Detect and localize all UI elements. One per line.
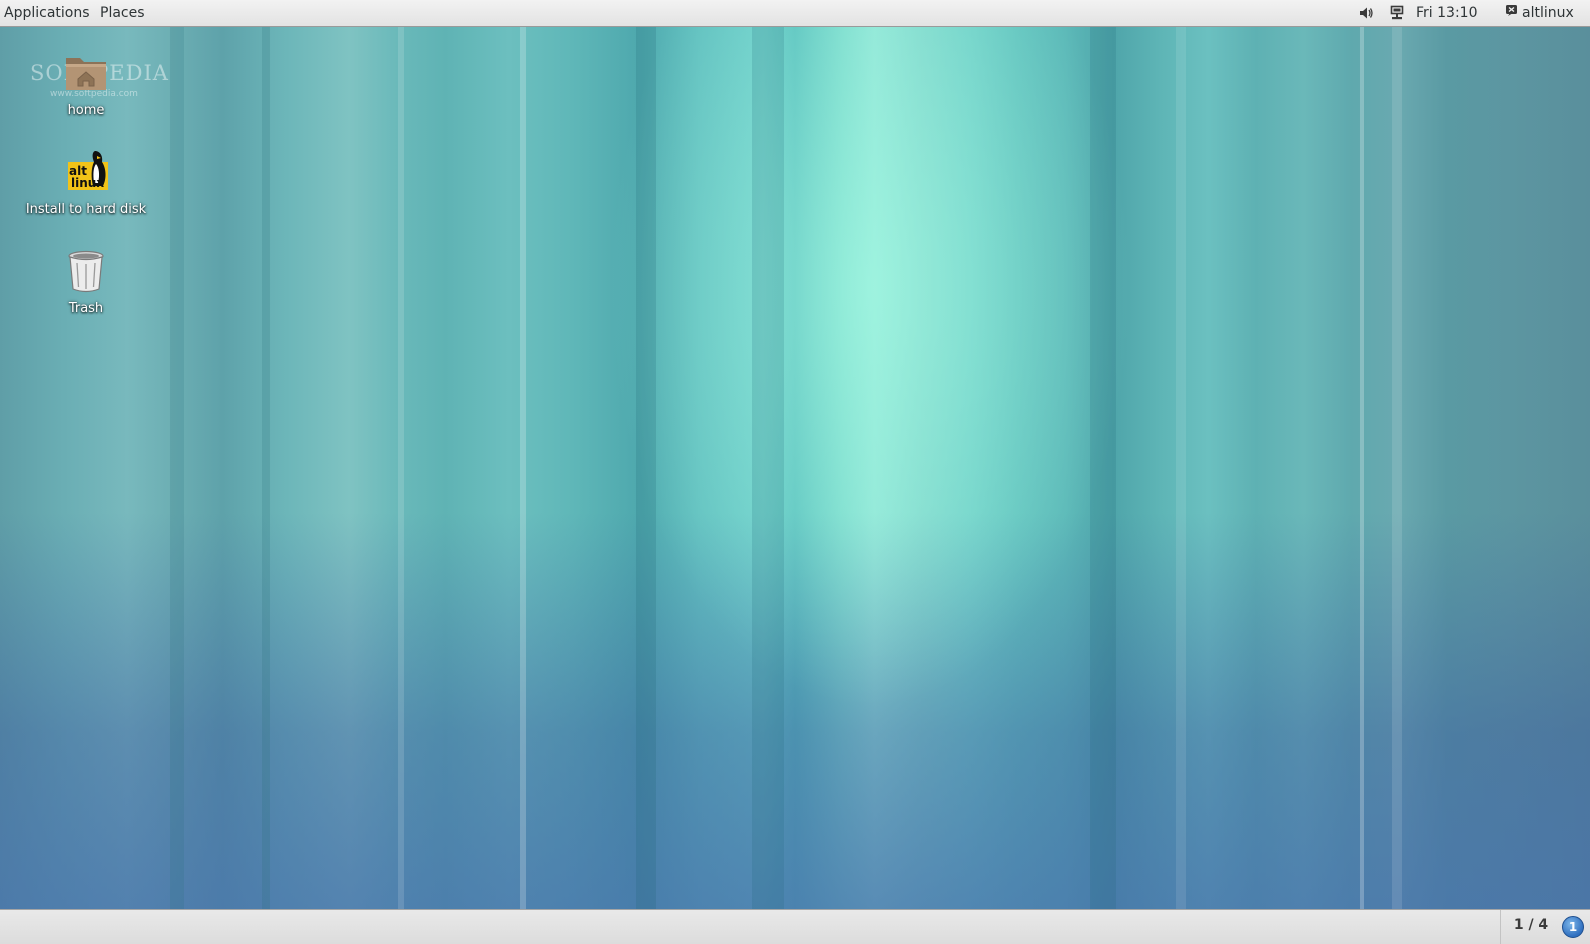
user-status-icon xyxy=(1505,0,1518,26)
places-menu[interactable]: Places xyxy=(100,0,145,26)
wallpaper-streak xyxy=(1176,27,1186,909)
desktop-icon-label: Trash xyxy=(68,301,104,316)
wallpaper-streak xyxy=(520,27,526,909)
top-panel: Applications Places Fri 13:10 altlinux xyxy=(0,0,1590,27)
wallpaper-streak xyxy=(636,27,656,909)
trash-icon xyxy=(68,250,104,293)
wallpaper-streak xyxy=(170,27,184,909)
home-folder-icon xyxy=(66,58,106,90)
wallpaper-streak xyxy=(1392,27,1402,909)
desktop-icon-trash[interactable]: Trash xyxy=(11,247,161,316)
desktop-icon-home[interactable]: home xyxy=(11,49,161,118)
speaker-volume-icon[interactable] xyxy=(1358,5,1374,21)
bottom-panel: 1 / 4 1 xyxy=(0,909,1590,944)
wired-network-icon[interactable] xyxy=(1390,5,1404,21)
svg-text:linux: linux xyxy=(71,176,104,190)
desktop-icon-label: home xyxy=(67,103,105,118)
workspace-switcher[interactable]: 1 / 4 xyxy=(1500,910,1561,944)
desktop-wallpaper[interactable]: SOFTPEDIA www.softpedia.com home alt lin… xyxy=(0,27,1590,909)
notification-badge[interactable]: 1 xyxy=(1562,916,1584,938)
screen: Applications Places Fri 13:10 altlinux w… xyxy=(0,0,1590,944)
wallpaper-streak xyxy=(752,27,784,909)
desktop-icon-label: Install to hard disk xyxy=(25,202,147,217)
user-name: altlinux xyxy=(1522,5,1574,21)
applications-menu[interactable]: Applications xyxy=(4,0,90,26)
wallpaper-streak xyxy=(398,27,404,909)
wallpaper-streak xyxy=(1360,27,1364,909)
wallpaper-streak xyxy=(262,27,270,909)
user-menu[interactable]: altlinux xyxy=(1505,0,1574,26)
altlinux-installer-icon: alt linux xyxy=(68,151,108,190)
desktop-icon-install[interactable]: alt linux Install to hard disk xyxy=(11,148,161,217)
wallpaper-streak xyxy=(1090,27,1116,909)
clock[interactable]: Fri 13:10 xyxy=(1416,0,1477,26)
